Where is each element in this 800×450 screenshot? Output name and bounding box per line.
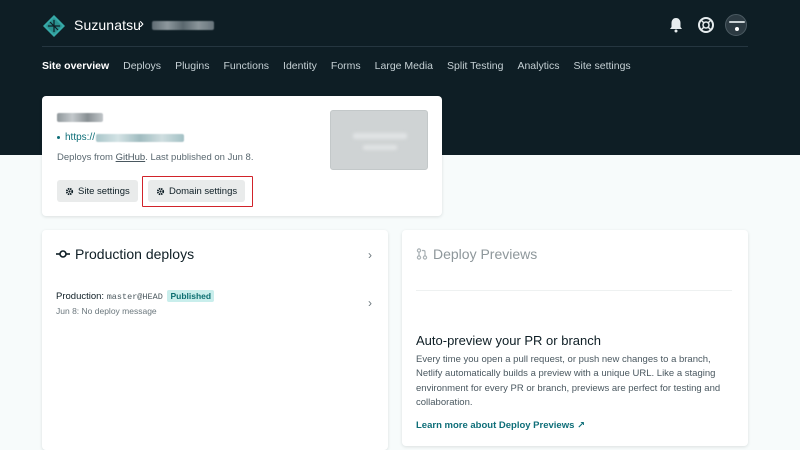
production-colon: :	[101, 291, 105, 302]
tab-site-overview[interactable]: Site overview	[42, 60, 109, 72]
thumbnail-blur-line	[353, 133, 407, 139]
netlify-logo-icon[interactable]	[42, 14, 66, 38]
production-label: Production	[56, 291, 102, 302]
bell-icon[interactable]	[667, 16, 685, 34]
deploy-message: Jun 8: No deploy message	[56, 306, 157, 316]
site-url-prefix: https://	[65, 132, 96, 143]
avatar-dot	[735, 27, 739, 31]
gear-icon	[65, 187, 74, 195]
avatar-text	[729, 21, 745, 23]
deploy-source-info: Deploys from GitHub. Last published on J…	[57, 152, 253, 163]
tab-functions[interactable]: Functions	[224, 60, 270, 72]
chevron-right-icon[interactable]: ›	[368, 248, 372, 262]
learn-more-deploy-previews-link[interactable]: Learn more about Deploy Previews ↗	[416, 420, 585, 431]
site-name-redacted[interactable]	[152, 21, 214, 30]
tab-split-testing[interactable]: Split Testing	[447, 60, 503, 72]
tab-forms[interactable]: Forms	[331, 60, 361, 72]
production-deploy-row[interactable]: Production: master@HEAD Published	[56, 290, 215, 302]
breadcrumb-separator-icon: ›	[139, 15, 144, 32]
site-title-redacted	[57, 113, 103, 122]
site-preview-thumbnail[interactable]	[330, 110, 428, 170]
auto-preview-heading: Auto-preview your PR or branch	[416, 333, 601, 348]
tab-analytics[interactable]: Analytics	[517, 60, 559, 72]
tab-identity[interactable]: Identity	[283, 60, 317, 72]
pull-request-icon	[416, 248, 428, 260]
site-url-link[interactable]: https://	[57, 132, 185, 143]
chevron-right-icon[interactable]: ›	[368, 296, 372, 310]
deploy-previews-card: Deploy Previews Auto-preview your PR or …	[402, 230, 748, 446]
deploy-previews-header: Deploy Previews	[416, 246, 537, 262]
tab-site-settings[interactable]: Site settings	[573, 60, 630, 72]
help-lifebuoy-icon[interactable]	[697, 16, 715, 34]
header-divider	[42, 46, 748, 47]
placeholder-line	[416, 290, 732, 291]
site-url-redacted	[96, 133, 185, 142]
site-nav: Site overview Deploys Plugins Functions …	[42, 60, 631, 72]
published-badge: Published	[167, 290, 215, 302]
deploy-previews-title: Deploy Previews	[433, 246, 538, 262]
deploy-commit-icon	[56, 250, 70, 258]
thumbnail-blur-line	[363, 145, 397, 150]
site-settings-button[interactable]: Site settings	[57, 180, 138, 202]
auto-preview-description: Every time you open a pull request, or p…	[416, 354, 721, 409]
production-deploys-card: Production deploys › Production: master@…	[42, 230, 388, 450]
tab-deploys[interactable]: Deploys	[123, 60, 161, 72]
tab-plugins[interactable]: Plugins	[175, 60, 209, 72]
branch-ref: master@HEAD	[106, 292, 163, 302]
github-link[interactable]: GitHub	[116, 152, 146, 163]
production-deploys-title: Production deploys	[75, 246, 195, 262]
last-published-text: . Last published on Jun 8.	[145, 152, 254, 163]
tab-large-media[interactable]: Large Media	[375, 60, 433, 72]
deploy-source-prefix: Deploys from	[57, 152, 116, 163]
team-name[interactable]: Suzunatsu	[74, 17, 141, 33]
url-bullet-icon	[57, 136, 60, 139]
user-avatar[interactable]	[725, 14, 747, 36]
domain-settings-highlight-box	[142, 176, 253, 207]
site-settings-label: Site settings	[78, 185, 130, 197]
production-deploys-header[interactable]: Production deploys	[56, 246, 194, 262]
